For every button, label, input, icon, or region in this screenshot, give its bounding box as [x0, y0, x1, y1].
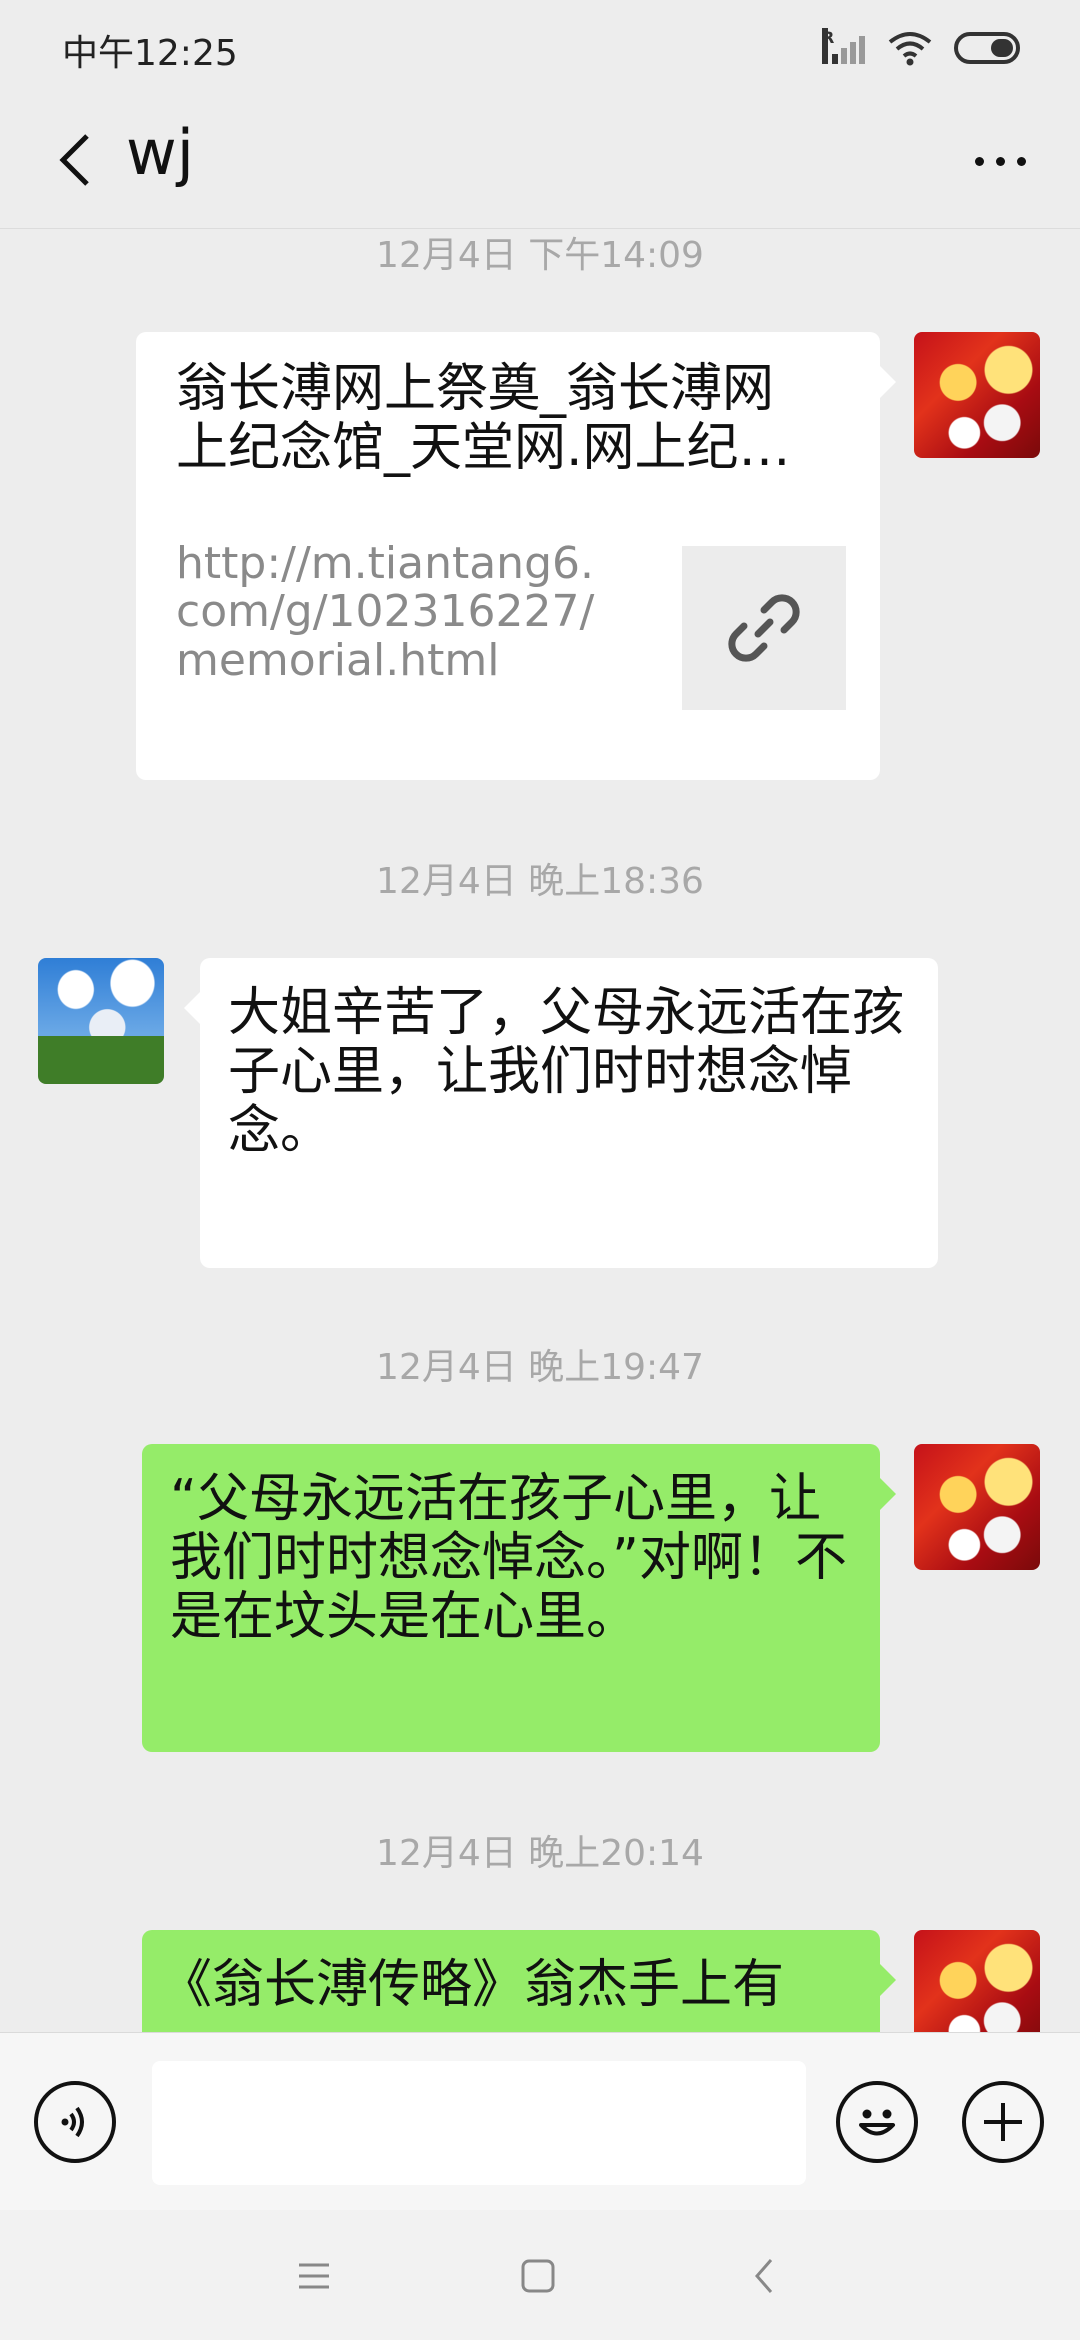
avatar-contact[interactable] [38, 958, 164, 1084]
message-sent[interactable]: “父母永远活在孩子心里，让我们时时想念悼念。”对啊！不是在坟头是在心里。 [142, 1444, 896, 1752]
wifi-icon [888, 32, 932, 66]
back-icon [59, 134, 89, 186]
more-button[interactable] [960, 126, 1040, 196]
emoji-button[interactable] [836, 2081, 918, 2163]
voice-icon [61, 2106, 84, 2138]
status-time: 中午12:25 [62, 33, 238, 74]
status-icons: R [822, 28, 1020, 68]
link-card-message[interactable]: 翁长溥网上祭奠_翁长溥网上纪念馆_天堂网.网上纪念馆 http://m.tian… [136, 332, 896, 780]
home-icon [521, 2259, 555, 2293]
signal-icon: R [822, 28, 866, 68]
timestamp: 12月4日 下午14:09 [376, 235, 704, 276]
message-text: 大姐辛苦了，父母永远活在孩子心里，让我们时时想念悼念。 [228, 983, 905, 1161]
home-button[interactable] [508, 2248, 568, 2304]
roaming-badge: R [822, 28, 834, 64]
plus-button[interactable] [962, 2081, 1044, 2163]
message-text: 《翁长溥传略》翁杰手上有 [160, 1955, 785, 2015]
message-text: “父母永远活在孩子心里，让我们时时想念悼念。”对啊！不是在坟头是在心里。 [170, 1469, 847, 1647]
emoji-icon [859, 2109, 895, 2136]
chat-header: wj [0, 96, 1080, 229]
timestamp: 12月4日 晚上20:14 [376, 1833, 704, 1874]
recent-apps-button[interactable] [284, 2248, 344, 2304]
message-received[interactable]: 大姐辛苦了，父母永远活在孩子心里，让我们时时想念悼念。 [184, 958, 938, 1268]
timestamp: 12月4日 晚上19:47 [376, 1347, 704, 1388]
avatar-self[interactable] [914, 332, 1040, 458]
message-input[interactable] [152, 2061, 806, 2185]
nav-back-button[interactable] [734, 2248, 794, 2304]
link-icon [728, 594, 800, 662]
chat-title: wj [126, 116, 194, 189]
voice-button[interactable] [34, 2081, 116, 2163]
input-bar [0, 2032, 1080, 2211]
plus-icon [984, 2103, 1022, 2141]
menu-icon [299, 2263, 329, 2289]
timestamp: 12月4日 晚上18:36 [376, 861, 704, 902]
link-card-url: http://m.tiantang6.com/g/102316227/memor… [176, 538, 595, 686]
battery-icon [954, 32, 1020, 64]
link-card-thumbnail [682, 546, 846, 710]
back-button[interactable] [40, 120, 110, 200]
more-icon [974, 156, 1026, 166]
avatar-self[interactable] [914, 1444, 1040, 1570]
nav-back-icon [755, 2259, 773, 2293]
system-navigation-bar [0, 2210, 1080, 2340]
status-bar: 中午12:25 R [0, 0, 1080, 96]
link-card-title: 翁长溥网上祭奠_翁长溥网上纪念馆_天堂网.网上纪念馆 [176, 360, 791, 478]
